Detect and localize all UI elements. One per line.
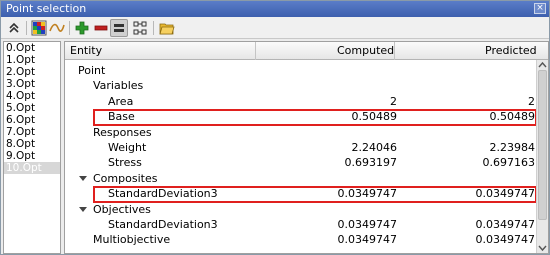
row-label: Composites bbox=[93, 171, 158, 185]
entity-table: Entity Computed Predicted Point Variable… bbox=[64, 41, 549, 254]
expanded-arrow-icon[interactable] bbox=[79, 175, 87, 181]
row-label: Area bbox=[108, 94, 134, 108]
export-icon[interactable] bbox=[159, 20, 175, 36]
toolbar bbox=[1, 17, 549, 39]
list-item[interactable]: 6.Opt bbox=[4, 114, 60, 126]
grid-icon[interactable] bbox=[132, 20, 148, 36]
table-row[interactable]: Multiobjective 0.0349747 0.0349747 bbox=[65, 232, 535, 247]
predicted-value: 0.697163 bbox=[482, 156, 536, 170]
row-label: Responses bbox=[93, 125, 152, 139]
scroll-down-icon[interactable] bbox=[537, 243, 548, 253]
list-item[interactable]: 5.Opt bbox=[4, 102, 60, 114]
list-item[interactable]: 4.Opt bbox=[4, 90, 60, 102]
equal-icon[interactable] bbox=[110, 19, 128, 37]
computed-value: 2 bbox=[390, 94, 397, 108]
column-header-computed[interactable]: Computed bbox=[337, 42, 394, 60]
list-item[interactable]: 3.Opt bbox=[4, 78, 60, 90]
highlight-box-standarddeviation3 bbox=[93, 186, 537, 203]
column-divider[interactable] bbox=[394, 42, 395, 60]
list-item-selected[interactable]: 10.Opt bbox=[4, 162, 60, 174]
table-row[interactable]: Responses bbox=[65, 125, 535, 140]
window-title: Point selection bbox=[6, 2, 87, 15]
list-item[interactable]: 1.Opt bbox=[4, 54, 60, 66]
computed-value: 0.0349747 bbox=[337, 217, 398, 231]
row-label: Objectives bbox=[93, 202, 151, 216]
row-label: Point bbox=[78, 64, 106, 77]
column-header-predicted[interactable]: Predicted bbox=[485, 42, 537, 60]
row-label: Variables bbox=[93, 79, 144, 93]
table-header: Entity Computed Predicted bbox=[65, 42, 548, 60]
scroll-up-icon[interactable] bbox=[537, 60, 548, 70]
computed-value: 2.24046 bbox=[351, 140, 398, 154]
table-row[interactable]: Weight 2.24046 2.23984 bbox=[65, 140, 535, 155]
computed-value: 0.0349747 bbox=[337, 233, 398, 247]
table-row[interactable]: Point bbox=[65, 63, 535, 78]
table-body: Point Variables Area 2 2 Base 0.50489 0.… bbox=[65, 63, 535, 248]
column-divider[interactable] bbox=[255, 42, 256, 60]
computed-value: 0.693197 bbox=[344, 156, 398, 170]
list-item[interactable]: 2.Opt bbox=[4, 66, 60, 78]
collapse-icon[interactable] bbox=[6, 20, 22, 36]
add-icon[interactable] bbox=[74, 20, 90, 36]
expanded-arrow-icon[interactable] bbox=[79, 206, 87, 212]
predicted-value: 2 bbox=[528, 94, 535, 108]
vertical-scrollbar[interactable] bbox=[536, 60, 548, 253]
list-item[interactable]: 0.Opt bbox=[4, 42, 60, 54]
scrollbar-thumb[interactable] bbox=[538, 70, 547, 220]
table-row[interactable]: Objectives bbox=[65, 202, 535, 217]
table-row[interactable]: Variables bbox=[65, 78, 535, 93]
table-row[interactable]: Stress 0.693197 0.697163 bbox=[65, 155, 535, 170]
highlight-box-base bbox=[93, 109, 537, 126]
remove-icon[interactable] bbox=[93, 20, 109, 36]
table-row[interactable]: Area 2 2 bbox=[65, 94, 535, 109]
title-bar[interactable]: Point selection × bbox=[1, 1, 549, 17]
toolbar-separator bbox=[69, 21, 70, 35]
predicted-value: 0.0349747 bbox=[475, 217, 536, 231]
toolbar-separator bbox=[26, 21, 27, 35]
row-label: Weight bbox=[108, 140, 147, 154]
table-row[interactable]: StandardDeviation3 0.0349747 0.0349747 bbox=[65, 217, 535, 232]
predicted-value: 2.23984 bbox=[489, 140, 536, 154]
row-label: Stress bbox=[108, 156, 142, 170]
column-header-entity[interactable]: Entity bbox=[70, 42, 102, 60]
point-selection-window: Point selection × 0.Opt 1.Opt 2.Opt 3.Op… bbox=[0, 0, 550, 255]
row-label: Multiobjective bbox=[93, 233, 171, 247]
heatmap-icon[interactable] bbox=[31, 20, 47, 36]
predicted-value: 0.0349747 bbox=[475, 233, 536, 247]
table-row[interactable]: Composites bbox=[65, 171, 535, 186]
point-list[interactable]: 0.Opt 1.Opt 2.Opt 3.Opt 4.Opt 5.Opt 6.Op… bbox=[3, 41, 61, 254]
row-label: StandardDeviation3 bbox=[108, 217, 218, 231]
list-item[interactable]: 9.Opt bbox=[4, 150, 60, 162]
close-icon[interactable]: × bbox=[534, 3, 546, 14]
curve-icon[interactable] bbox=[49, 20, 65, 36]
toolbar-separator bbox=[153, 21, 154, 35]
list-item[interactable]: 8.Opt bbox=[4, 138, 60, 150]
list-item[interactable]: 7.Opt bbox=[4, 126, 60, 138]
